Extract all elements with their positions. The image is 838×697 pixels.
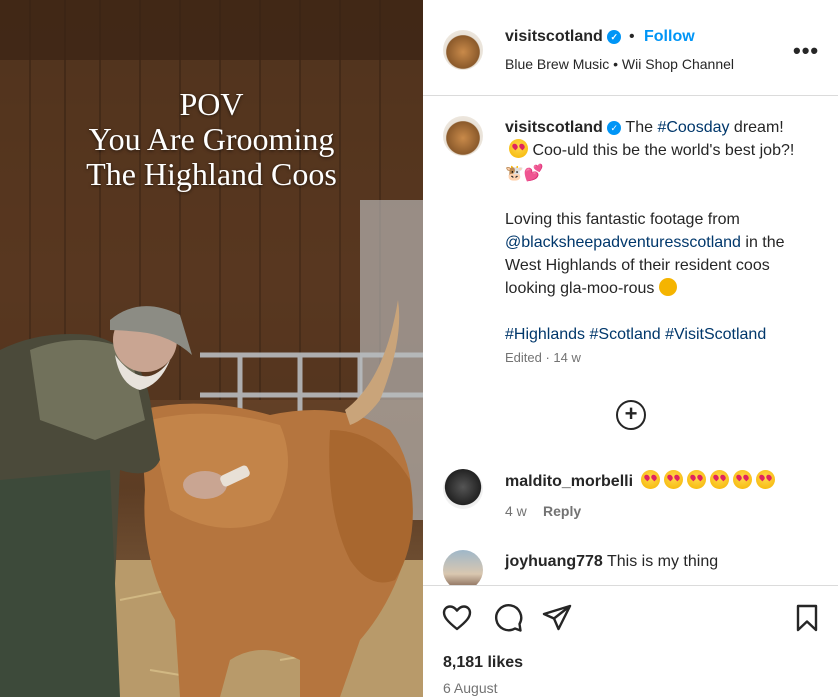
more-options-icon[interactable]: •••	[793, 38, 819, 64]
comment-time: 4 w	[505, 503, 527, 519]
mention-blacksheepadventures[interactable]: @blacksheepadventuresscotland	[505, 234, 741, 251]
share-send-icon[interactable]	[541, 602, 573, 634]
smiling-face-emoji-icon	[658, 278, 677, 296]
comment-avatar[interactable]	[443, 469, 483, 509]
header-divider	[423, 95, 838, 96]
verified-badge-icon: ✓	[607, 121, 622, 135]
audio-track[interactable]: Blue Brew Music • Wii Shop Channel	[505, 56, 734, 72]
verified-badge-icon: ✓	[607, 30, 622, 44]
like-heart-icon[interactable]	[441, 602, 473, 634]
comment-username[interactable]: joyhuang778	[505, 553, 603, 570]
overlay-line-3: The Highland Coos	[86, 156, 337, 192]
caption-part-3: Coo-uld this be the world's best job?!	[528, 142, 795, 159]
comment-username[interactable]: maldito_morbelli	[505, 473, 633, 490]
save-bookmark-icon[interactable]	[791, 602, 823, 634]
caption-avatar[interactable]	[443, 116, 483, 156]
author-username[interactable]: visitscotland ✓	[505, 28, 622, 46]
post-video[interactable]: POV You Are Grooming The Highland Coos	[0, 0, 423, 697]
actions-divider	[423, 585, 838, 586]
author-avatar[interactable]	[443, 30, 483, 70]
comment-bubble-icon[interactable]	[492, 602, 524, 634]
hashtag-coosday[interactable]: #Coosday	[657, 119, 729, 136]
comment-item-clipped: joyhuang778 This is my thing	[423, 540, 838, 585]
hearts-emoji-icon: 💕	[523, 165, 544, 182]
comment-avatar[interactable]	[443, 550, 483, 585]
heart-eyes-emoji-icon	[509, 139, 528, 158]
follow-button[interactable]: Follow	[644, 28, 695, 46]
reply-button[interactable]: Reply	[543, 503, 581, 519]
comment-text: This is my thing	[602, 553, 719, 570]
comment-item: maldito_morbelli	[505, 470, 776, 491]
caption-text: visitscotland ✓ The #Coosday dream! Coo-…	[505, 116, 815, 346]
post-actions	[423, 602, 838, 634]
caption-username[interactable]: visitscotland	[505, 119, 603, 136]
cow-emoji-icon: 🐮	[505, 165, 524, 182]
post-details-panel: visitscotland ✓ • Follow Blue Brew Music…	[423, 0, 838, 697]
likes-count[interactable]: 8,181 likes	[443, 654, 523, 672]
overlay-line-1: POV	[179, 86, 244, 122]
heart-eyes-emojis	[637, 470, 776, 490]
caption-hashtags[interactable]: #Highlands #Scotland #VisitScotland	[505, 326, 766, 343]
load-more-comments-button[interactable]: +	[616, 400, 646, 430]
header-separator: •	[629, 28, 635, 45]
post-date: 6 August	[443, 680, 498, 696]
caption-part-4: Loving this fantastic footage from	[505, 211, 740, 228]
caption-part-1: The	[625, 119, 658, 136]
caption-part-2: dream!	[729, 119, 784, 136]
edited-timestamp: Edited · 14 w	[505, 350, 581, 365]
overlay-line-2: You Are Grooming	[88, 121, 335, 157]
